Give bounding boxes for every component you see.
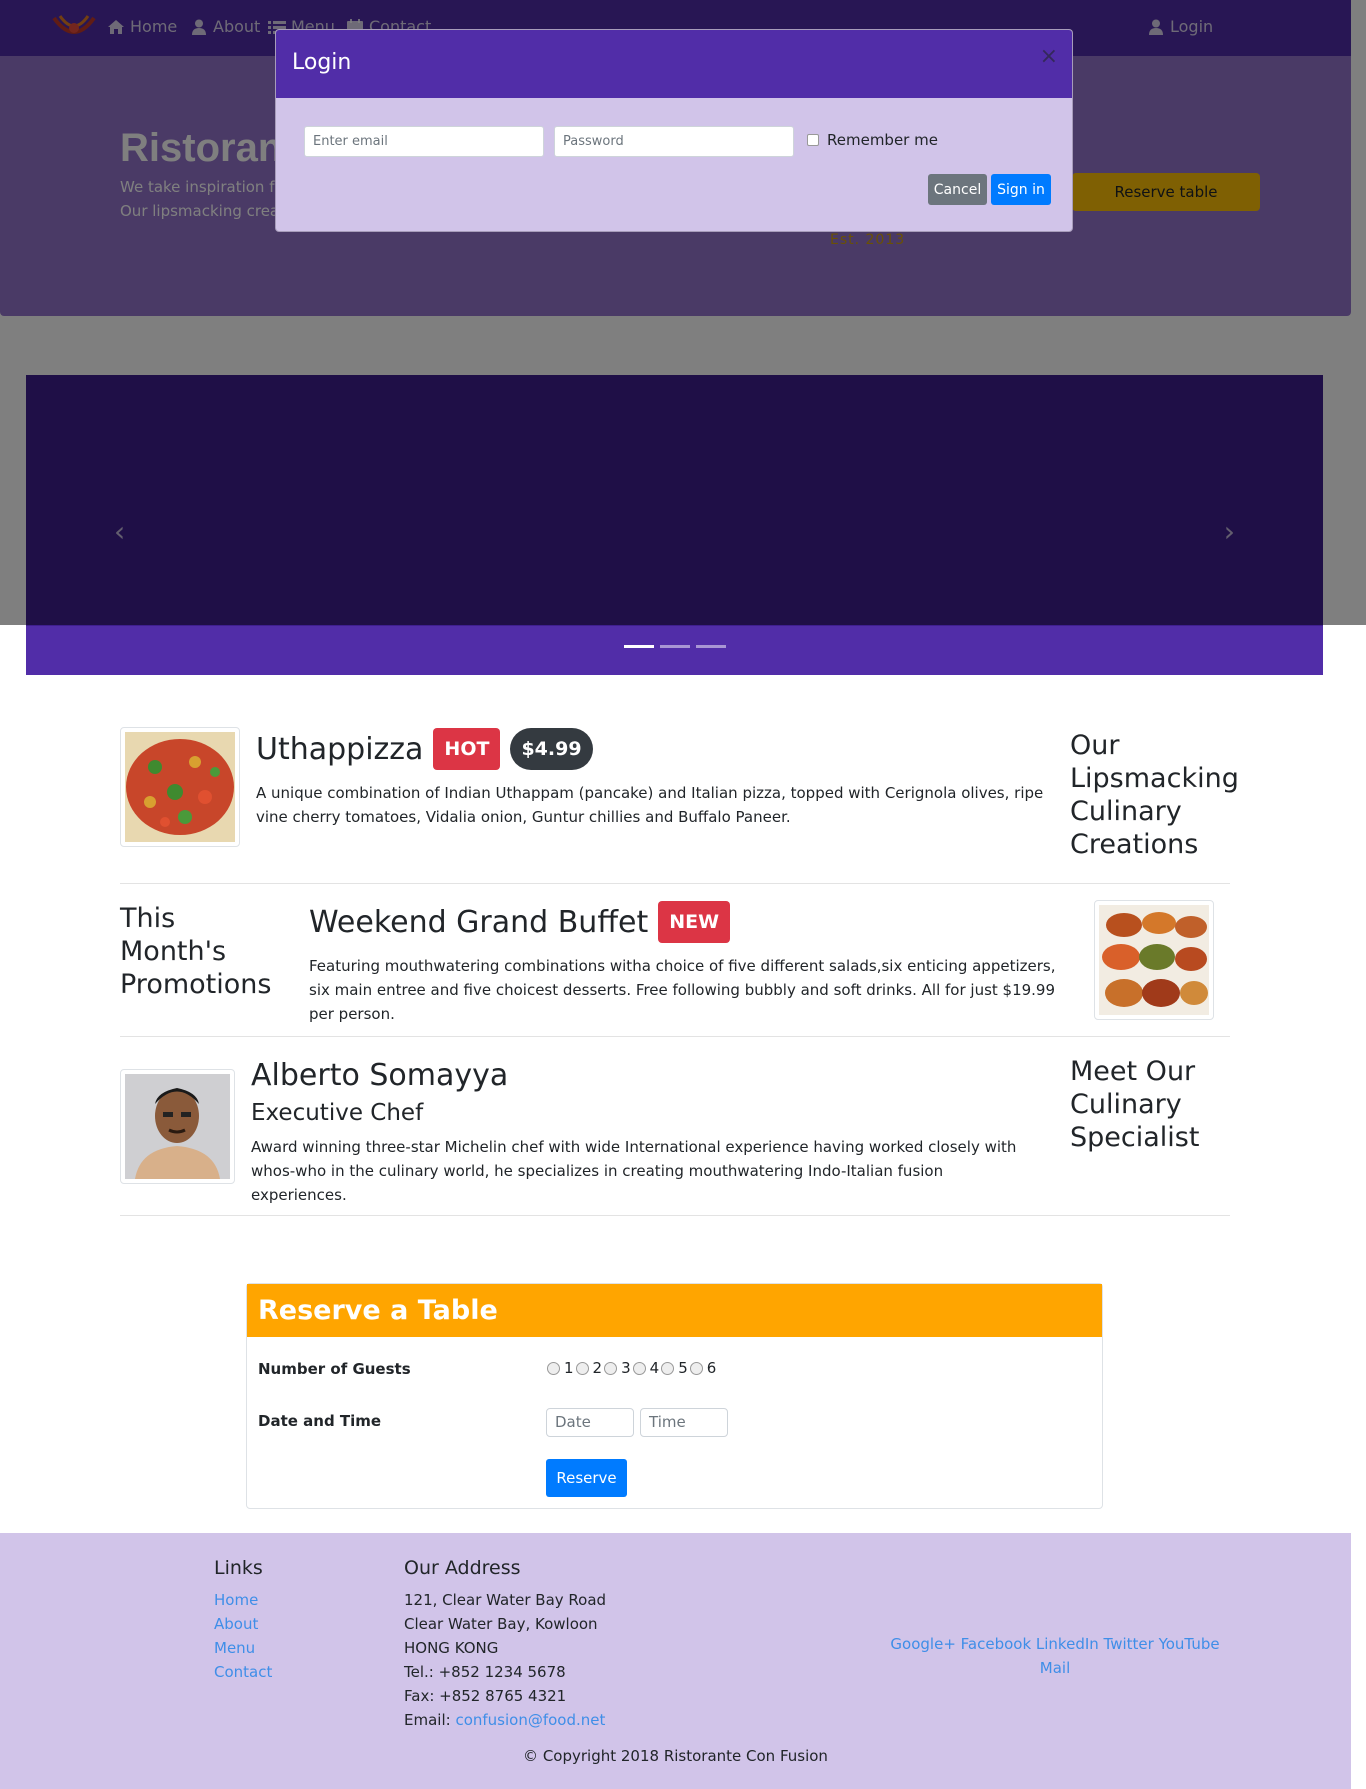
footer-address-heading: Our Address <box>404 1557 521 1579</box>
email-field[interactable]: Enter email <box>304 126 544 157</box>
reserve-title: Reserve a Table <box>258 1295 498 1326</box>
guest-option-label: 6 <box>706 1359 717 1377</box>
chef-name-text: Alberto Somayya <box>251 1058 509 1093</box>
heading-line: Meet Our <box>1070 1056 1196 1087</box>
heading-line: This <box>120 903 176 934</box>
remember-me-checkbox[interactable] <box>807 134 819 146</box>
email-line: Email: confusion@food.net <box>404 1711 605 1729</box>
heading-line: Lipsmacking <box>1070 763 1239 794</box>
uthappizza-image <box>120 727 240 847</box>
address-line: HONG KONG <box>404 1639 499 1657</box>
promotion-description: Featuring mouthwatering combinations wit… <box>309 957 1056 1023</box>
address-line: Clear Water Bay, Kowloon <box>404 1615 598 1633</box>
social-links: Google+ Facebook LinkedIn Twitter YouTub… <box>880 1632 1230 1680</box>
carousel-indicators <box>26 645 1323 648</box>
close-icon[interactable]: × <box>1040 44 1058 69</box>
heading-line: Specialist <box>1070 1122 1200 1153</box>
guest-option-label: 4 <box>649 1359 660 1377</box>
phone-line: Tel.: +852 1234 5678 <box>404 1663 566 1681</box>
heading-line: Promotions <box>120 969 272 1000</box>
login-modal: Login × Enter email Password Remember me… <box>275 29 1073 232</box>
guests-radio-group: 1 2 3 4 5 6 <box>545 1359 716 1377</box>
chef-role: Executive Chef <box>251 1100 424 1126</box>
reserve-button[interactable]: Reserve <box>546 1459 627 1497</box>
guest-radio[interactable] <box>575 1361 589 1375</box>
dish-description: A unique combination of Indian Uthappam … <box>256 784 1044 826</box>
hot-badge: HOT <box>433 728 501 770</box>
guest-option-label: 3 <box>621 1359 631 1377</box>
carousel-indicator[interactable] <box>659 645 690 648</box>
guest-option-label: 1 <box>564 1359 574 1377</box>
heading-line: Our <box>1070 730 1120 761</box>
heading-line: Month's <box>120 936 227 967</box>
modal-header: Login × <box>276 30 1072 98</box>
chef-description: Award winning three-star Michelin chef w… <box>251 1138 1017 1204</box>
guests-label: Number of Guests <box>258 1360 411 1378</box>
modal-title: Login <box>292 50 352 75</box>
buffet-image <box>1094 900 1214 1020</box>
email-link[interactable]: confusion@food.net <box>455 1711 605 1729</box>
social-links-row[interactable]: Google+ Facebook LinkedIn Twitter YouTub… <box>880 1632 1230 1656</box>
guest-radio[interactable] <box>604 1361 618 1375</box>
promotion-title: Weekend Grand Buffet <box>309 904 649 940</box>
guest-radio[interactable] <box>661 1361 675 1375</box>
footer: Links Home About Menu Contact Our Addres… <box>0 1533 1351 1789</box>
remember-me-label: Remember me <box>827 131 938 149</box>
chef-heading: Meet Our Culinary Specialist <box>1070 1055 1199 1154</box>
address-line: 121, Clear Water Bay Road <box>404 1591 607 1609</box>
reserve-card-header: Reserve a Table <box>247 1284 1102 1337</box>
guest-radio[interactable] <box>632 1361 646 1375</box>
guest-option-label: 2 <box>592 1359 603 1377</box>
chef-photo <box>120 1069 235 1184</box>
guest-option-label: 5 <box>678 1359 688 1377</box>
footer-link-contact[interactable]: Contact <box>214 1663 272 1681</box>
divider <box>120 883 1230 884</box>
mail-link[interactable]: Mail <box>880 1656 1230 1680</box>
datetime-label: Date and Time <box>258 1412 382 1430</box>
divider <box>120 1215 1230 1216</box>
carousel-indicator[interactable] <box>695 645 726 648</box>
email-prefix: Email: <box>404 1711 451 1729</box>
date-input[interactable]: Date <box>546 1408 634 1437</box>
copyright: © Copyright 2018 Ristorante Con Fusion <box>523 1747 828 1765</box>
footer-link-about[interactable]: About <box>214 1615 258 1633</box>
footer-link-menu[interactable]: Menu <box>214 1639 255 1657</box>
sign-in-button[interactable]: Sign in <box>991 174 1051 205</box>
divider <box>120 1036 1230 1037</box>
dish-title-row: Uthappizza HOT $4.99 <box>256 728 593 770</box>
carousel-indicator[interactable] <box>623 645 654 648</box>
promotion-heading: This Month's Promotions <box>120 902 271 1001</box>
footer-links-heading: Links <box>214 1557 263 1579</box>
fax-line: Fax: +852 8765 4321 <box>404 1687 567 1705</box>
new-badge: NEW <box>658 901 731 943</box>
heading-line: Culinary <box>1070 1089 1182 1120</box>
footer-link-home[interactable]: Home <box>214 1591 258 1609</box>
chef-name: Alberto Somayya <box>251 1058 508 1093</box>
guest-radio[interactable] <box>689 1361 703 1375</box>
time-input[interactable]: Time <box>640 1408 728 1437</box>
heading-line: Culinary <box>1070 796 1182 827</box>
promotion-title-row: Weekend Grand Buffet NEW <box>309 901 731 943</box>
heading-line: Creations <box>1070 829 1199 860</box>
dish-title: Uthappizza <box>256 731 424 767</box>
password-field[interactable]: Password <box>554 126 794 157</box>
price-badge: $4.99 <box>510 728 593 770</box>
guest-radio[interactable] <box>547 1361 560 1375</box>
cancel-button[interactable]: Cancel <box>928 174 987 205</box>
featured-heading: Our Lipsmacking Culinary Creations <box>1070 729 1239 861</box>
remember-me[interactable]: Remember me <box>807 131 938 149</box>
reserve-card: Reserve a Table Number of Guests 1 2 3 4… <box>246 1283 1103 1509</box>
